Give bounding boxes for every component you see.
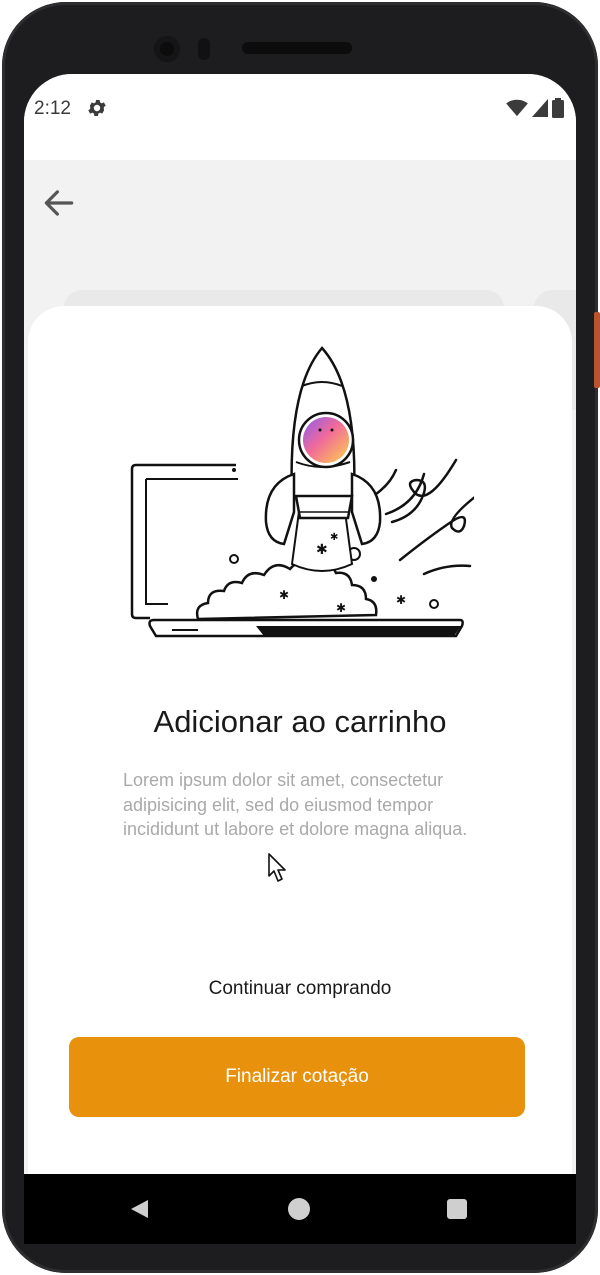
signal-icon — [532, 99, 548, 117]
nav-back-icon[interactable] — [128, 1198, 150, 1220]
finalize-quote-button[interactable]: Finalizar cotação — [69, 1037, 525, 1117]
battery-icon — [552, 98, 564, 118]
earpiece-speaker — [242, 42, 352, 54]
screen: 2:12 ✱ ✱ ✱ ✱ ✱ Adicionar ao carrinho Lor… — [24, 74, 576, 1174]
svg-text:✱: ✱ — [336, 601, 346, 615]
status-icons — [506, 98, 564, 118]
wifi-icon — [506, 99, 528, 117]
svg-text:✱: ✱ — [330, 532, 338, 543]
system-nav-bar — [24, 1174, 576, 1244]
status-time: 2:12 — [34, 98, 71, 119]
sensor — [198, 38, 210, 60]
dialog-title: Adicionar ao carrinho — [153, 704, 447, 739]
mouse-cursor-icon — [268, 853, 286, 882]
svg-text:✱: ✱ — [279, 588, 289, 602]
arrow-left-icon[interactable] — [40, 184, 78, 222]
power-button — [594, 312, 600, 388]
nav-home-icon[interactable] — [288, 1198, 310, 1220]
status-bar: 2:12 — [24, 74, 576, 160]
svg-text:✱: ✱ — [316, 542, 328, 558]
continue-shopping-button[interactable]: Continuar comprando — [24, 978, 576, 1000]
rocket-illustration: ✱ ✱ ✱ ✱ ✱ — [130, 346, 474, 638]
gear-icon — [88, 99, 106, 117]
dialog-description: Lorem ipsum dolor sit amet, consectetur … — [123, 770, 468, 839]
front-camera — [154, 36, 180, 62]
nav-recents-icon[interactable] — [447, 1199, 467, 1219]
app-bar — [24, 160, 576, 280]
svg-text:✱: ✱ — [396, 593, 406, 607]
